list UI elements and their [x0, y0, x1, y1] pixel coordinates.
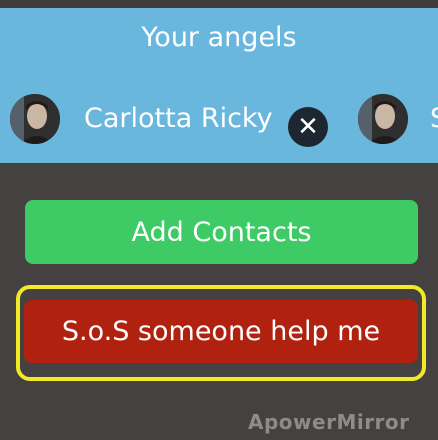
top-strip [0, 0, 438, 8]
add-contacts-button[interactable]: Add Contacts [25, 200, 418, 264]
person-avatar-icon [358, 94, 408, 144]
close-icon: ✕ [297, 112, 319, 142]
contact-avatar[interactable] [358, 94, 408, 144]
person-avatar-icon [10, 94, 60, 144]
contact-name[interactable]: Carlotta Ricky [84, 103, 273, 134]
watermark: ApowerMirror [248, 410, 410, 434]
contact-avatar[interactable] [10, 94, 60, 144]
sos-button[interactable]: S.o.S someone help me [24, 300, 418, 363]
contact-name[interactable]: S [430, 103, 438, 134]
remove-contact-button[interactable]: ✕ [288, 107, 328, 147]
panel-title: Your angels [141, 22, 297, 53]
